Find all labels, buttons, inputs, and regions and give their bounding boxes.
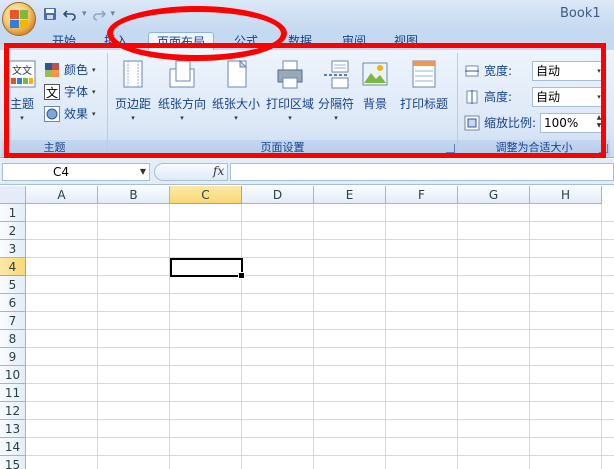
column-header[interactable]: D <box>242 186 314 204</box>
title-bar: ▾ ▾ Book1 <box>0 0 614 30</box>
save-icon[interactable] <box>42 6 58 22</box>
column-header[interactable]: G <box>458 186 530 204</box>
office-button[interactable] <box>2 2 36 36</box>
row-header[interactable]: 8 <box>0 330 26 348</box>
name-box-value: C4 <box>53 165 70 179</box>
row-header[interactable]: 1 <box>0 204 26 222</box>
column-header[interactable]: H <box>530 186 602 204</box>
insert-function-area: fx <box>154 163 228 181</box>
row-header[interactable]: 15 <box>0 456 26 469</box>
row-header[interactable]: 4 <box>0 258 26 276</box>
column-header[interactable]: E <box>314 186 386 204</box>
row-header[interactable]: 12 <box>0 402 26 420</box>
formula-bar: C4 ▼ fx <box>0 159 614 185</box>
quick-access-toolbar: ▾ ▾ <box>42 6 115 22</box>
row-header[interactable]: 13 <box>0 420 26 438</box>
column-header[interactable]: B <box>98 186 170 204</box>
row-header[interactable]: 9 <box>0 348 26 366</box>
office-logo-icon <box>10 10 28 28</box>
row-header[interactable]: 10 <box>0 366 26 384</box>
name-box[interactable]: C4 ▼ <box>2 163 150 181</box>
annotation-rectangle <box>4 43 606 158</box>
row-header[interactable]: 2 <box>0 222 26 240</box>
column-header[interactable]: F <box>386 186 458 204</box>
worksheet-grid: ABCDEFGH 1 2 3 4 5 6 7 8 9 10 11 12 13 14 15 <box>0 186 614 469</box>
insert-function-button[interactable]: fx <box>213 164 224 178</box>
select-all-corner[interactable] <box>0 186 26 204</box>
undo-dropdown-icon[interactable]: ▾ <box>82 9 87 19</box>
column-header[interactable]: A <box>26 186 98 204</box>
row-header[interactable]: 3 <box>0 240 26 258</box>
window-title: Book1 <box>560 6 601 21</box>
row-header[interactable]: 5 <box>0 276 26 294</box>
row-header[interactable]: 11 <box>0 384 26 402</box>
redo-dropdown-icon[interactable]: ▾ <box>111 9 116 19</box>
name-box-dropdown-icon[interactable]: ▼ <box>140 164 146 180</box>
formula-input[interactable] <box>230 163 614 181</box>
row-header[interactable]: 7 <box>0 312 26 330</box>
column-header[interactable]: C <box>170 186 242 204</box>
row-header[interactable]: 6 <box>0 294 26 312</box>
row-header[interactable]: 14 <box>0 438 26 456</box>
redo-icon[interactable] <box>91 6 107 22</box>
active-cell[interactable] <box>170 258 245 279</box>
cell-area[interactable] <box>26 204 614 469</box>
undo-icon[interactable] <box>62 6 78 22</box>
